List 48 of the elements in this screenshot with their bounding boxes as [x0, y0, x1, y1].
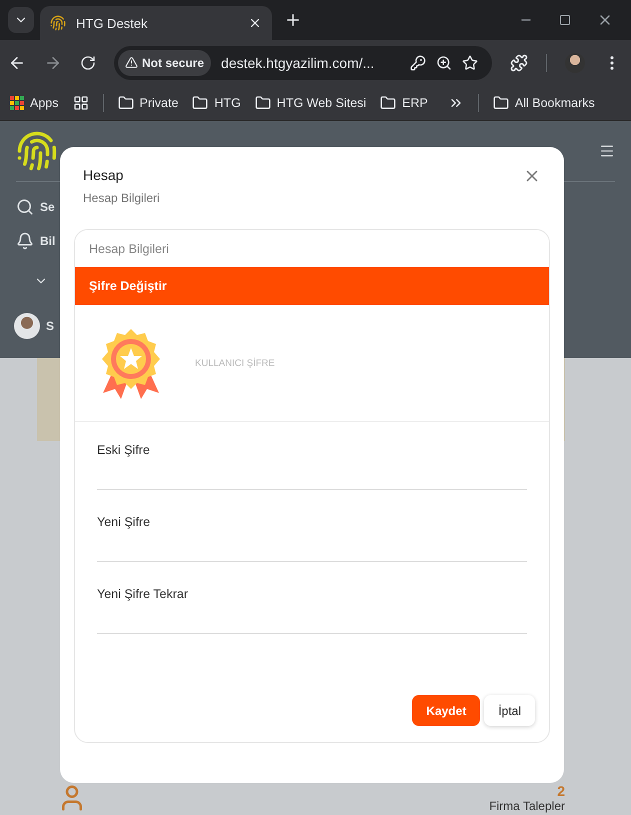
sidebar-label[interactable]: Se — [40, 200, 55, 214]
security-chip[interactable]: Not secure — [118, 50, 212, 76]
bookmark-link[interactable]: Apps — [10, 96, 58, 110]
sidebar-label[interactable]: Bil — [40, 234, 56, 248]
bell-icon[interactable] — [16, 232, 34, 250]
menu-icon[interactable] — [599, 143, 615, 159]
fingerprint-icon — [50, 15, 66, 31]
folder-icon — [118, 94, 134, 110]
key-icon[interactable] — [410, 54, 426, 70]
bookmark-link[interactable]: All Bookmarks — [492, 94, 595, 110]
browser-tab[interactable]: HTG Destek — [40, 6, 272, 40]
stat-label: Firma Talepler — [489, 799, 565, 813]
url-text: destek.htgyazilim.com/... — [221, 54, 376, 70]
bookmark-link[interactable]: Private — [118, 94, 178, 110]
dialog-subtitle: Hesap Bilgileri — [83, 191, 160, 205]
folder-icon — [254, 94, 271, 110]
close-icon[interactable] — [248, 16, 262, 30]
profile-avatar[interactable] — [565, 52, 585, 72]
field-label: Eski Şifre — [97, 442, 151, 457]
extensions-icon[interactable] — [510, 54, 528, 72]
bookmark-link[interactable]: HTG Web Sitesi — [254, 94, 366, 110]
folder-icon — [492, 94, 509, 110]
bookmark-link[interactable]: HTG — [192, 94, 241, 110]
search-icon[interactable] — [16, 198, 34, 216]
stat-value: 2 — [557, 783, 565, 799]
tab-title: HTG Destek — [76, 16, 149, 30]
address-bar[interactable]: Not secure destek.htgyazilim.com/... — [114, 46, 492, 80]
reload-icon[interactable] — [80, 54, 96, 70]
bookmark-link[interactable]: ERP — [380, 94, 428, 110]
bookmark-star-icon[interactable] — [462, 54, 478, 70]
tab-list-button[interactable] — [8, 7, 34, 33]
avatar-icon — [14, 313, 40, 339]
badge-caption: KULLANICI ŞİFRE — [195, 358, 275, 368]
field-label: Yeni Şifre — [97, 514, 152, 529]
warning-icon — [125, 56, 138, 69]
dialog-title: Hesap — [83, 167, 124, 183]
award-medal-icon — [99, 327, 163, 399]
tab-groups-icon[interactable] — [72, 94, 88, 110]
folder-icon — [380, 94, 396, 110]
folder-icon — [192, 94, 208, 110]
zoom-icon[interactable] — [436, 54, 452, 70]
maximize-icon[interactable] — [559, 14, 571, 26]
new-tab-icon[interactable] — [284, 11, 302, 29]
fingerprint-logo — [16, 130, 58, 172]
field-label: Yeni Şifre Tekrar — [97, 586, 190, 601]
cancel-button[interactable]: İptal — [484, 695, 535, 726]
apps-grid-icon — [10, 96, 24, 110]
sidebar-label[interactable]: S — [46, 319, 54, 333]
